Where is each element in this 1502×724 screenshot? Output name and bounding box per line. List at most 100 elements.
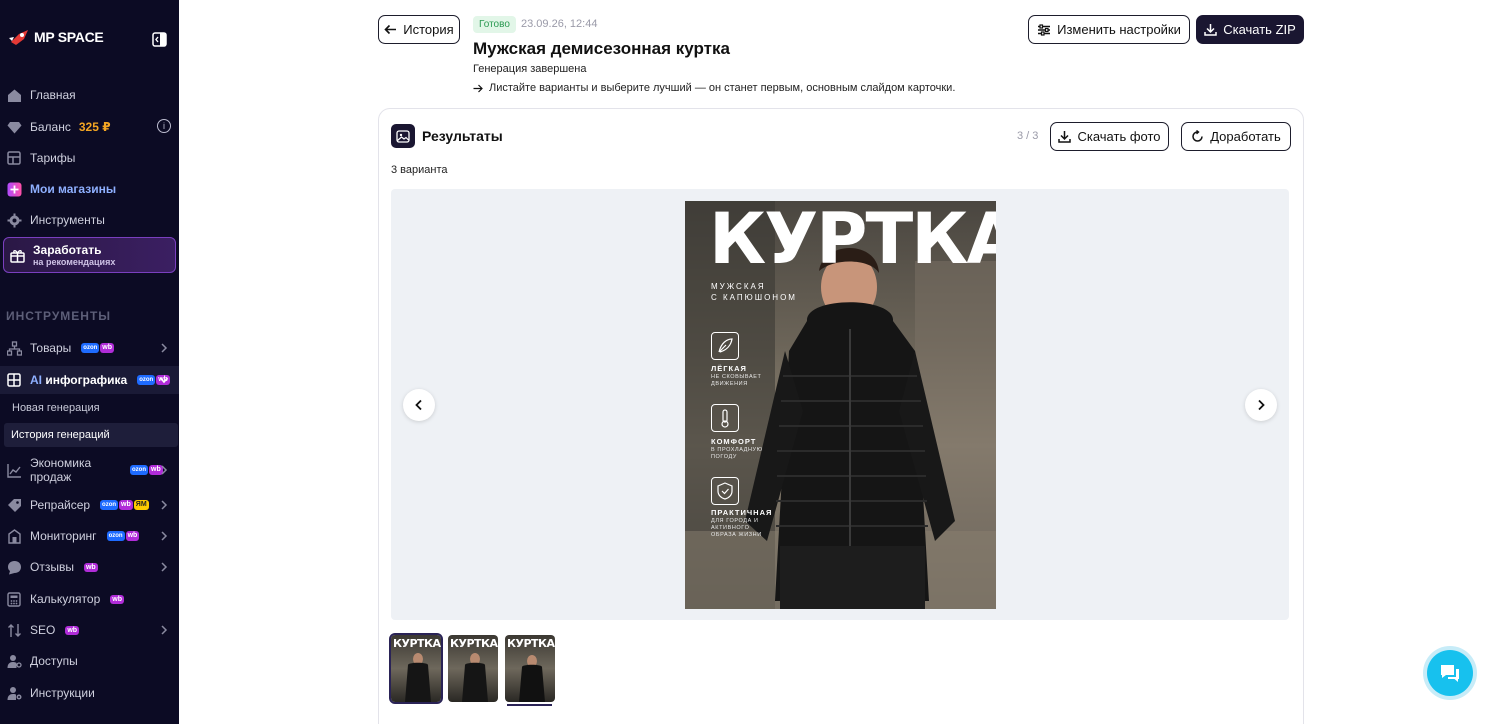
hierarchy-icon xyxy=(6,340,22,356)
balance-value: 325 ₽ xyxy=(78,120,111,134)
ym-badge: ЯМ xyxy=(133,500,149,510)
wb-badge: wb xyxy=(125,531,140,541)
chat-icon xyxy=(1441,665,1459,682)
sidebar-item-tools[interactable]: Инструменты xyxy=(6,207,173,233)
marketplace-badges: wb xyxy=(110,594,124,604)
user-key-icon xyxy=(6,653,22,669)
sidebar-item-label: Мониторинг xyxy=(30,529,97,543)
subitem-new-generation[interactable]: Новая генерация xyxy=(12,402,100,414)
sidebar-item-label: Товары xyxy=(30,341,72,355)
sidebar-item-stores[interactable]: Мои магазины xyxy=(6,176,173,202)
refresh-icon xyxy=(1192,130,1203,142)
home-icon xyxy=(6,87,22,103)
support-chat-button[interactable] xyxy=(1427,650,1473,696)
feature-title: ЛЁГКАЯ xyxy=(711,364,747,373)
download-photo-button[interactable]: Скачать фото xyxy=(1050,122,1169,151)
refine-button[interactable]: Доработать xyxy=(1181,122,1291,151)
sidebar-item-instructions[interactable]: Инструкции xyxy=(6,680,173,706)
image-gallery-icon xyxy=(391,124,415,148)
ozon-badge: ozon xyxy=(106,531,125,541)
next-image-button[interactable] xyxy=(1245,389,1277,421)
change-settings-button[interactable]: Изменить настройки xyxy=(1028,15,1190,44)
sidebar-item-label: Экономика продаж xyxy=(30,456,92,484)
chevron-left-icon xyxy=(415,399,422,411)
sliders-icon xyxy=(1038,23,1051,36)
change-settings-label: Изменить настройки xyxy=(1057,22,1181,37)
poster-subtitle: МУЖСКАЯ С КАПЮШОНОМ xyxy=(711,281,797,303)
marketplace-badges: ozon wb xyxy=(106,531,140,541)
wb-badge: wb xyxy=(110,594,124,604)
sidebar-item-label: Инструкции xyxy=(30,686,95,700)
download-zip-label: Скачать ZIP xyxy=(1223,22,1296,37)
wb-badge: wb xyxy=(83,562,98,572)
sidebar-item-label: Калькулятор xyxy=(30,592,101,606)
poster-subtitle-line2: С КАПЮШОНОМ xyxy=(711,293,797,302)
feature-desc: ДЛЯ ГОРОДА И АКТИВНОГО ОБРАЗА ЖИЗНИ xyxy=(711,518,762,538)
feather-icon xyxy=(711,332,739,360)
sidebar-item-label: Главная xyxy=(30,88,76,102)
logo[interactable]: MP SPACE xyxy=(8,28,104,46)
back-to-history-button[interactable]: История xyxy=(378,15,460,44)
sidebar-item-ai-infographics[interactable]: AI инфографика ozon wb xyxy=(6,367,173,393)
marketplace-badges: wb xyxy=(83,562,98,572)
plus-square-icon xyxy=(6,181,22,197)
sidebar-item-label: Отзывы xyxy=(30,560,74,574)
chevron-down-icon xyxy=(159,377,169,384)
chevron-right-icon xyxy=(161,500,168,510)
sidebar-item-seo[interactable]: SEO wb xyxy=(6,617,173,643)
ozon-badge: ozon xyxy=(137,375,156,385)
sort-arrows-icon xyxy=(6,622,22,638)
sidebar-item-home[interactable]: Главная xyxy=(6,82,173,108)
sidebar-item-access[interactable]: Доступы xyxy=(6,648,173,674)
thumbnail-2[interactable]: КУРТКА xyxy=(448,635,498,702)
poster-title: КУРТКА xyxy=(709,201,996,280)
gear-icon xyxy=(6,212,22,228)
previous-image-button[interactable] xyxy=(403,389,435,421)
info-icon[interactable]: i xyxy=(157,119,171,133)
chevron-right-icon xyxy=(161,562,168,572)
marketplace-badges: ozon wb xyxy=(130,465,163,475)
thumbnail-1[interactable]: КУРТКА xyxy=(389,633,443,704)
results-title: Результаты xyxy=(422,128,503,144)
logo-text: MP SPACE xyxy=(34,29,104,45)
feature-desc: НЕ СКОВЫВАЕТ ДВИЖЕНИЯ xyxy=(711,374,762,387)
hint-text: Листайте варианты и выберите лучший — он… xyxy=(473,82,955,94)
sidebar-item-repricer[interactable]: Репрайсер ozon wb ЯМ xyxy=(6,492,173,518)
sidebar-item-label: инфографика xyxy=(45,373,128,387)
ai-label: AI xyxy=(30,373,42,387)
sidebar-item-monitoring[interactable]: Мониторинг ozon wb xyxy=(6,523,173,549)
generated-infographic-image[interactable]: КУРТКА МУЖСКАЯ С КАПЮШОНОМ ЛЁГКАЯ НЕ СКО… xyxy=(685,201,996,609)
download-zip-button[interactable]: Скачать ZIP xyxy=(1196,15,1304,44)
sidebar-item-sales-economics[interactable]: Экономика продаж ozon wb xyxy=(6,455,173,485)
chevron-right-icon xyxy=(161,625,168,635)
sidebar-item-products[interactable]: Товары ozon wb xyxy=(6,335,173,361)
gift-icon xyxy=(10,249,25,263)
back-label: История xyxy=(403,22,454,37)
status-badge: Готово xyxy=(473,16,516,33)
thumbnail-photo xyxy=(462,653,488,702)
tools-section-title: ИНСТРУМЕНТЫ xyxy=(6,309,112,323)
tag-icon xyxy=(6,497,22,513)
subitem-generation-history[interactable]: История генераций xyxy=(11,429,110,441)
earn-referral-button[interactable]: Заработать на рекомендациях xyxy=(3,237,176,273)
download-icon xyxy=(1204,24,1217,36)
sidebar-item-calculator[interactable]: Калькулятор wb xyxy=(6,586,173,612)
marketplace-badges: wb xyxy=(65,625,80,635)
building-icon xyxy=(6,528,22,544)
generation-date: 23.09.26, 12:44 xyxy=(521,18,598,30)
sidebar-item-balance[interactable]: Баланс 325 ₽ i xyxy=(6,114,173,140)
page-subtitle: Генерация завершена xyxy=(473,63,587,75)
sidebar-item-tariffs[interactable]: Тарифы xyxy=(6,145,173,171)
collapse-sidebar-icon[interactable] xyxy=(152,32,167,47)
feature-desc: В ПРОХЛАДНУЮ ПОГОДУ xyxy=(711,447,763,460)
sidebar-item-reviews[interactable]: Отзывы wb xyxy=(6,554,173,580)
shield-icon xyxy=(711,477,739,505)
results-counter: 3 / 3 xyxy=(1017,130,1039,142)
chevron-right-icon xyxy=(161,465,168,475)
thumbnail-3[interactable]: КУРТКА xyxy=(505,635,555,702)
calculator-icon xyxy=(6,591,22,607)
wb-badge: wb xyxy=(100,343,115,353)
wb-badge: wb xyxy=(119,500,133,510)
marketplace-badges: ozon wb ЯМ xyxy=(100,500,149,510)
ozon-badge: ozon xyxy=(130,465,148,475)
